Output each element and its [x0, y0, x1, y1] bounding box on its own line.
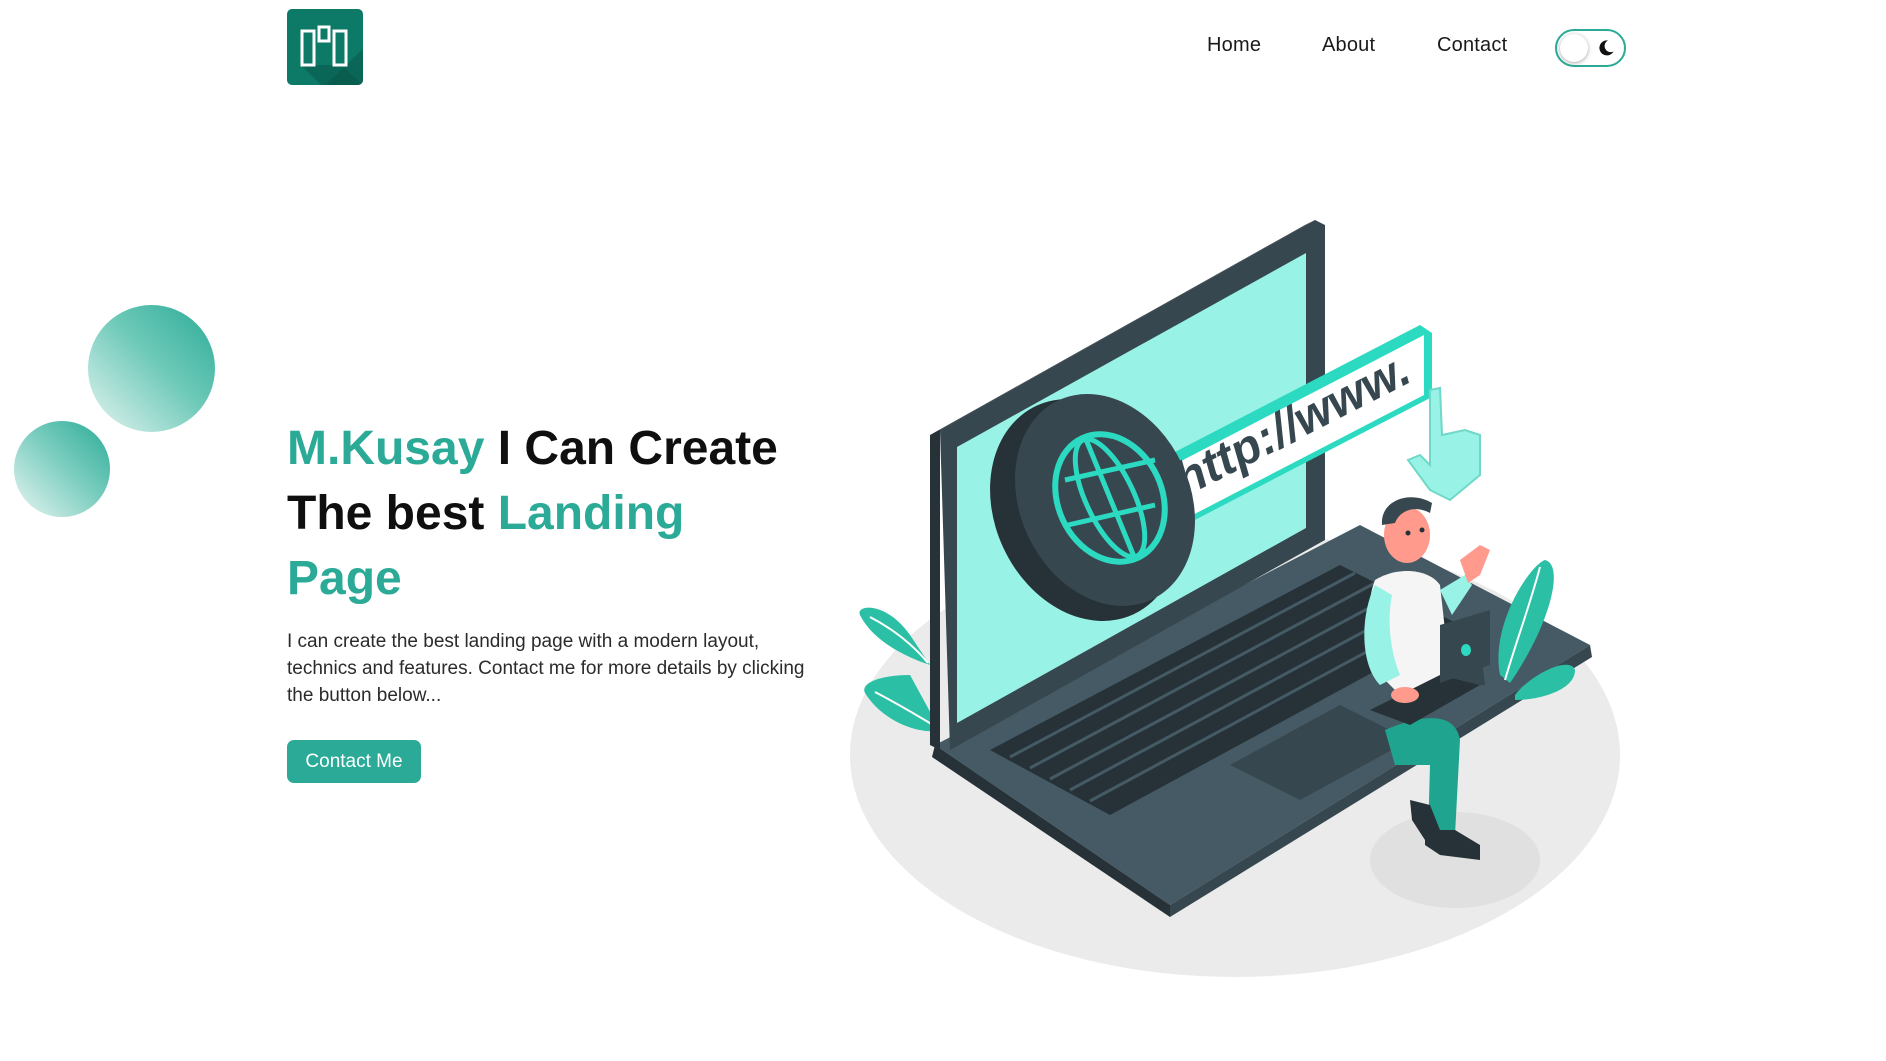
hero-title-accent: Landing — [497, 487, 685, 540]
nav-contact-link[interactable]: Contact — [1437, 34, 1507, 64]
hero-title-line3: Page — [287, 552, 402, 605]
hero-title: M.Kusay I Can Create The best Landing Page — [287, 416, 847, 611]
nav-about-link[interactable]: About — [1322, 34, 1375, 64]
columns-logo-icon[interactable] — [287, 9, 363, 85]
hero-title-line2: The best — [287, 487, 498, 540]
decorative-circle-small — [14, 421, 110, 517]
contact-me-button[interactable]: Contact Me — [287, 740, 421, 783]
plant-right-icon — [1498, 560, 1575, 700]
hero-description: I can create the best landing page with … — [287, 631, 805, 706]
toggle-knob — [1560, 34, 1588, 62]
laptop-illustration: http://www. — [840, 205, 1620, 985]
site-header: Home About Contact — [0, 0, 1886, 100]
nav-home-link[interactable]: Home — [1207, 34, 1261, 64]
pointer-hand-icon — [1406, 386, 1481, 502]
decorative-circle-large — [88, 305, 215, 432]
hero-title-line1: I Can Create — [484, 422, 778, 475]
theme-toggle[interactable] — [1555, 29, 1626, 67]
moon-icon — [1599, 40, 1614, 56]
hero-title-name: M.Kusay — [287, 422, 485, 475]
